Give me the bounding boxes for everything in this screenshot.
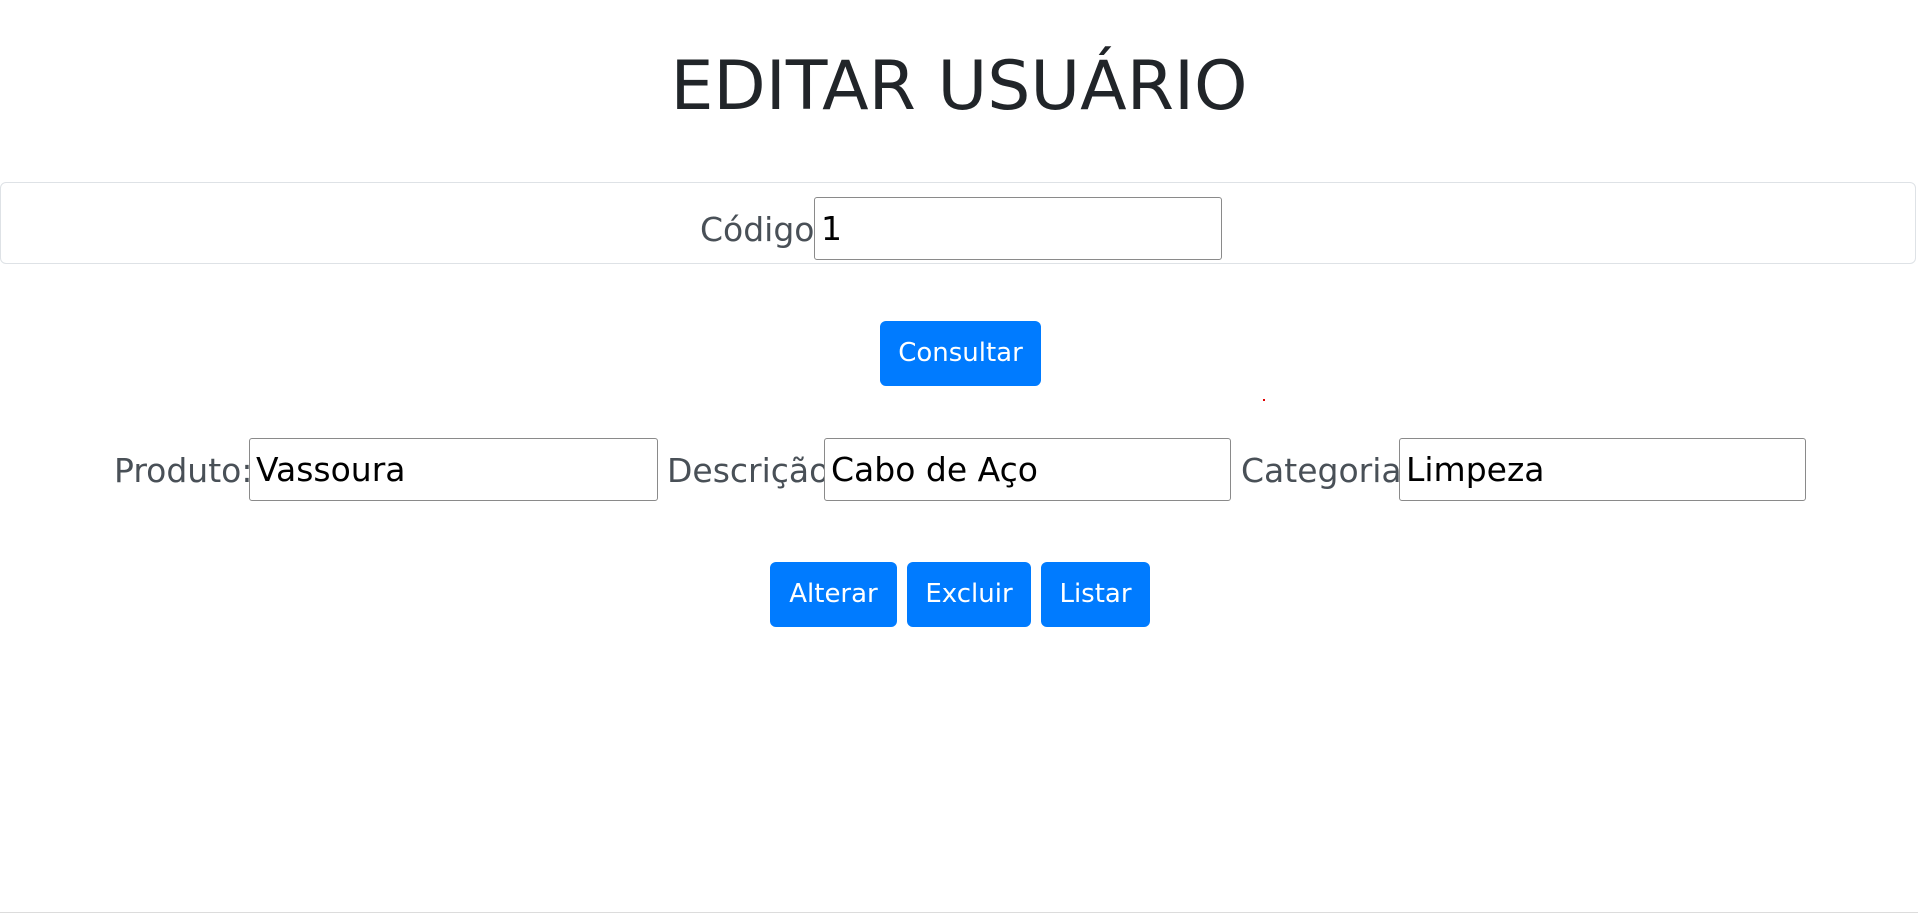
bottom-divider bbox=[0, 912, 1918, 913]
product-input[interactable] bbox=[249, 438, 658, 501]
code-input[interactable] bbox=[814, 197, 1222, 260]
delete-button[interactable]: Excluir bbox=[907, 562, 1031, 627]
category-label: Categoria: bbox=[1241, 451, 1413, 490]
category-input[interactable] bbox=[1399, 438, 1806, 501]
edit-user-page: EDITAR USUÁRIO Código Consultar Produto:… bbox=[0, 0, 1918, 914]
update-button[interactable]: Alterar bbox=[770, 562, 897, 627]
product-label: Produto: bbox=[114, 451, 253, 490]
consult-button[interactable]: Consultar bbox=[880, 321, 1041, 386]
description-input[interactable] bbox=[824, 438, 1231, 501]
description-label: Descrição: bbox=[667, 451, 841, 490]
stray-dot bbox=[1263, 399, 1265, 401]
list-button[interactable]: Listar bbox=[1041, 562, 1150, 627]
page-title: EDITAR USUÁRIO bbox=[670, 47, 1248, 126]
code-label: Código bbox=[700, 210, 815, 249]
